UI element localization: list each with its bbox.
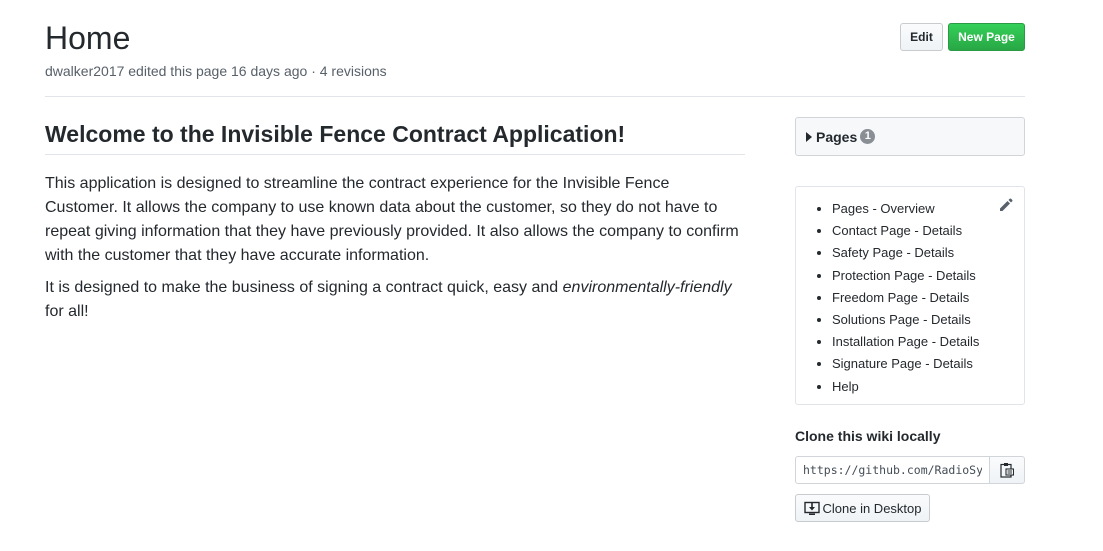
sidebar-link-installation[interactable]: Installation Page - Details [832, 331, 979, 353]
wiki-page: Home dwalker2017 edited this page 16 day… [0, 0, 1103, 551]
sidebar-link-safety[interactable]: Safety Page - Details [832, 242, 979, 264]
pages-toggle[interactable]: Pages 1 [795, 117, 1025, 156]
sidebar-link-protection[interactable]: Protection Page - Details [832, 265, 979, 287]
content-paragraph-1: This application is designed to streamli… [45, 175, 739, 264]
sidebar-link-contact[interactable]: Contact Page - Details [832, 220, 979, 242]
pages-label: Pages [816, 128, 858, 145]
desktop-download-icon [803, 501, 820, 515]
sidebar-link-solutions[interactable]: Solutions Page - Details [832, 309, 979, 331]
page-meta: dwalker2017 edited this page 16 days ago… [45, 63, 387, 79]
sidebar-links: Pages - Overview Contact Page - Details … [832, 198, 979, 398]
copy-clone-url-button[interactable] [990, 456, 1025, 484]
sidebar-link-overview[interactable]: Pages - Overview [832, 198, 979, 220]
header-divider [45, 96, 1025, 97]
custom-sidebar: Pages - Overview Contact Page - Details … [795, 186, 1025, 405]
clone-in-desktop-label: Clone in Desktop [822, 500, 922, 516]
edit-button[interactable]: Edit [900, 23, 943, 51]
paragraph-2-suffix: for all! [45, 303, 89, 320]
sidebar-link-help[interactable]: Help [832, 376, 979, 398]
clone-title: Clone this wiki locally [795, 428, 941, 444]
sidebar-link-freedom[interactable]: Freedom Page - Details [832, 287, 979, 309]
caret-right-icon [806, 131, 812, 142]
page-title: Home [45, 20, 131, 56]
sidebar-link-signature[interactable]: Signature Page - Details [832, 353, 979, 375]
pages-count-badge: 1 [860, 129, 876, 144]
clone-in-desktop-button[interactable]: Clone in Desktop [795, 494, 930, 522]
content-paragraph-2: It is designed to make the business of s… [45, 276, 745, 324]
paragraph-2-emphasis: environmentally-friendly [562, 279, 732, 296]
clone-url-group [795, 456, 1025, 484]
clipboard-icon [1000, 463, 1014, 478]
pencil-icon[interactable] [998, 197, 1014, 213]
paragraph-2-prefix: It is designed to make the business of s… [45, 279, 563, 296]
wiki-content: Welcome to the Invisible Fence Contract … [45, 118, 745, 324]
new-page-button[interactable]: New Page [948, 23, 1025, 51]
content-heading: Welcome to the Invisible Fence Contract … [45, 118, 745, 155]
clone-url-input[interactable] [795, 456, 990, 484]
